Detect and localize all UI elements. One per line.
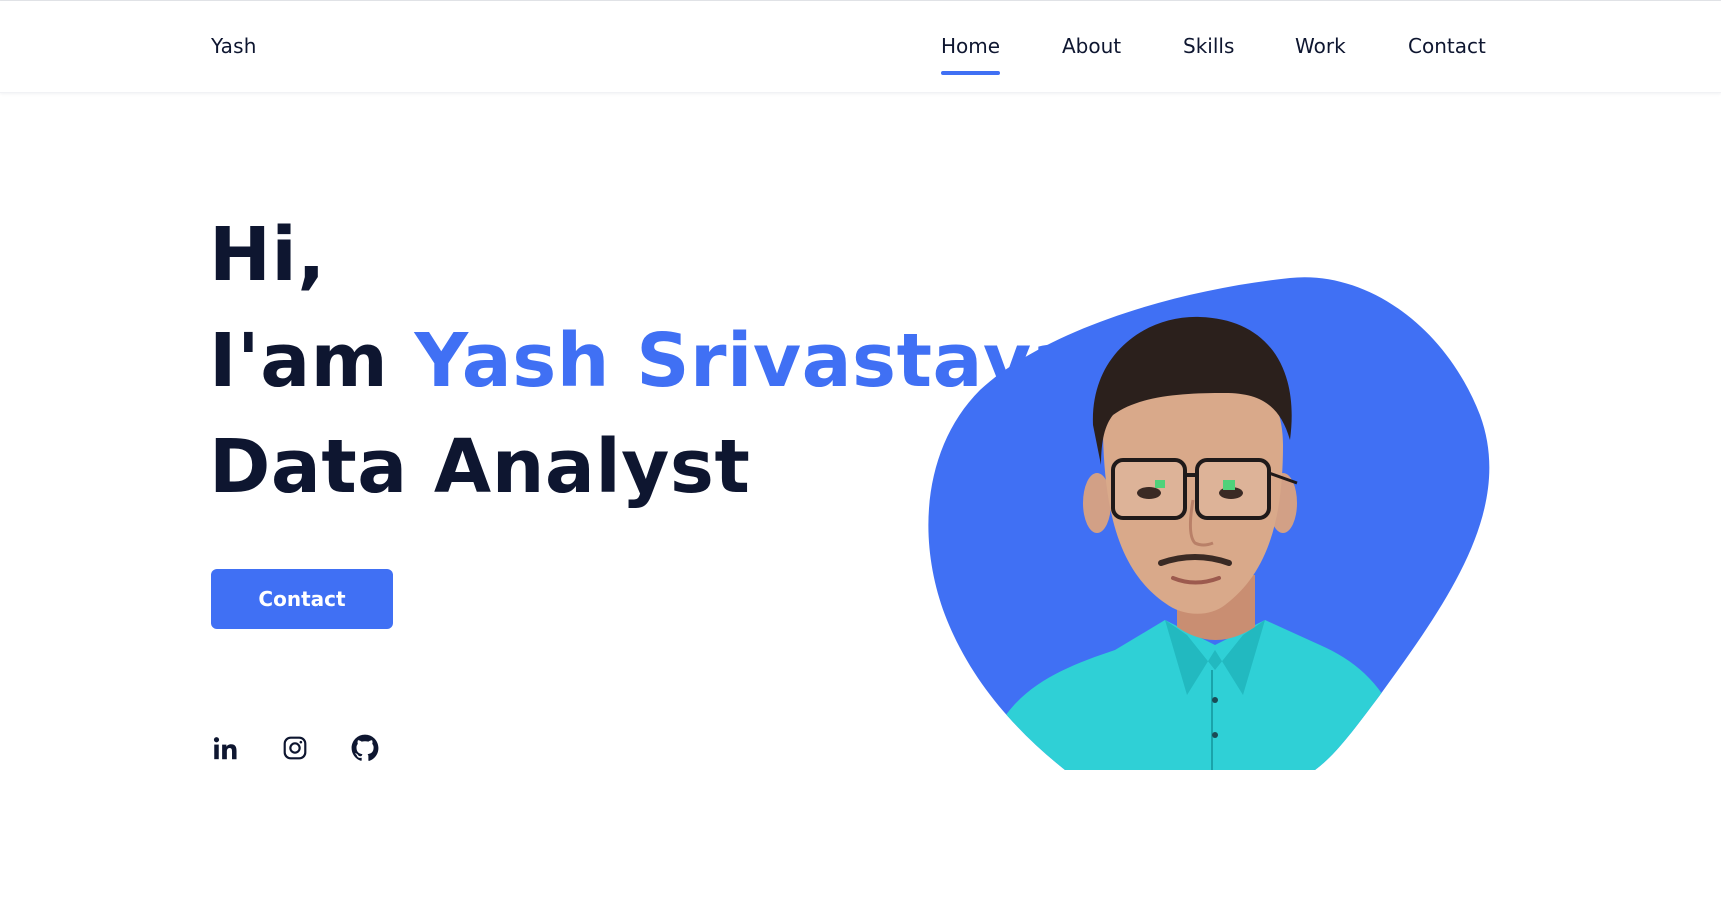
site-logo[interactable]: Yash <box>211 34 257 58</box>
site-header: Yash Home About Skills Work Contact <box>0 1 1721 93</box>
hero-intro-prefix: I'am <box>209 318 389 404</box>
hero-greeting: Hi, <box>209 212 326 298</box>
hero-role: Data Analyst <box>209 424 751 510</box>
github-icon[interactable] <box>350 733 380 763</box>
nav-work[interactable]: Work <box>1295 34 1346 58</box>
profile-image <box>925 275 1491 770</box>
nav-skills[interactable]: Skills <box>1183 34 1234 58</box>
contact-button[interactable]: Contact <box>211 569 393 629</box>
linkedin-icon[interactable] <box>210 733 240 763</box>
nav-home[interactable]: Home <box>941 34 1001 75</box>
instagram-icon[interactable] <box>280 733 310 763</box>
nav-contact[interactable]: Contact <box>1408 34 1486 58</box>
nav-about[interactable]: About <box>1062 34 1121 58</box>
